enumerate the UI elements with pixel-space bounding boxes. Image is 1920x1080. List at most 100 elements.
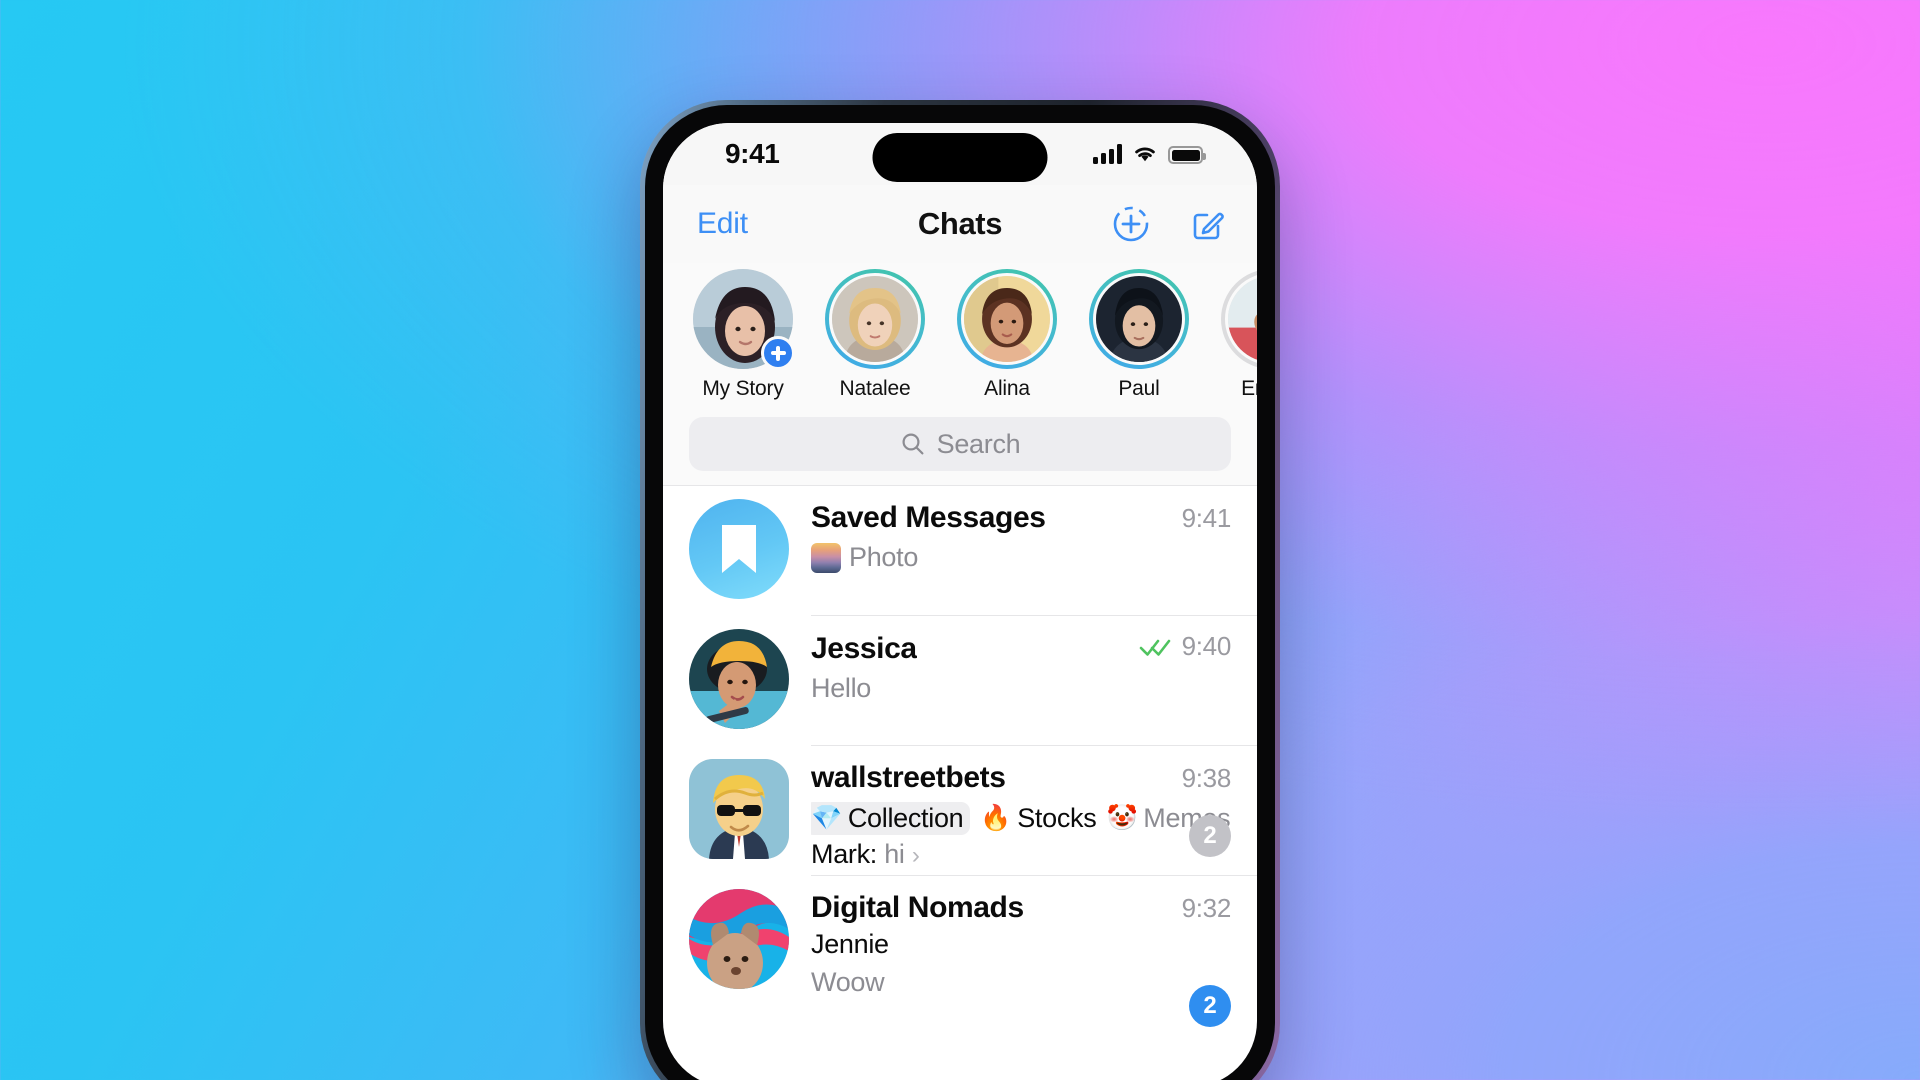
jessica-avatar-art: [689, 629, 789, 729]
emma-avatar-art: MANGA: [1228, 276, 1257, 362]
chat-topics: 💎 Collection 🔥 Stocks 🤡 Memes: [811, 802, 1231, 835]
chat-row-header: Jessica 9:40: [811, 631, 1231, 666]
divider: [811, 745, 1257, 746]
story-item-my-story[interactable]: My Story: [689, 269, 797, 401]
message-text: hi: [884, 839, 905, 869]
chat-title: Jessica: [811, 631, 917, 665]
story-item-paul[interactable]: Paul: [1085, 269, 1193, 401]
phone-screen: 9:41 Edit Chats My Story Natalee Alina P…: [663, 123, 1257, 1080]
story-item-label: Alina: [984, 377, 1030, 400]
chat-row-body: Digital Nomads 9:32 Jennie Woow: [811, 889, 1231, 1005]
chat-meta: 9:38: [1168, 763, 1232, 794]
page-title: Chats: [917, 206, 1003, 241]
fire-icon: 🔥: [980, 804, 1012, 832]
navigation-bar: Edit Chats: [663, 185, 1257, 263]
status-bar-indicators: [1093, 144, 1206, 164]
chat-preview-text: Hello: [811, 672, 872, 703]
alina-avatar-art: [964, 276, 1050, 362]
message-text: Woow: [811, 967, 885, 997]
edit-button[interactable]: Edit: [697, 207, 748, 241]
paul-avatar-art: [1096, 276, 1182, 362]
chat-row-jessica[interactable]: Jessica 9:40 Hello: [663, 615, 1257, 745]
chat-meta: 9:40: [1125, 631, 1231, 662]
photo-thumbnail-icon: [811, 542, 841, 573]
chat-row-digital-nomads[interactable]: Digital Nomads 9:32 Jennie Woow 2: [663, 875, 1257, 1027]
avatar: [1093, 273, 1185, 365]
chat-timestamp: 9:32: [1181, 893, 1232, 923]
chat-row-header: Saved Messages 9:41: [811, 501, 1231, 535]
natalee-avatar-art: [832, 276, 918, 362]
divider: [811, 615, 1257, 616]
chat-title: wallstreetbets: [811, 761, 1006, 794]
chat-row-wallstreetbets[interactable]: wallstreetbets 9:38 💎 Collection 🔥 Stock…: [663, 745, 1257, 875]
wifi-icon: [1135, 147, 1155, 162]
bookmark-icon: [722, 525, 756, 573]
avatar: [689, 629, 789, 729]
chat-preview: Woow: [811, 967, 1231, 998]
story-item-natalee[interactable]: Natalee: [821, 269, 929, 401]
phone-frame: 9:41 Edit Chats My Story Natalee Alina P…: [640, 100, 1280, 1080]
chat-timestamp: 9:40: [1181, 631, 1232, 661]
cellular-signal-icon: [1093, 144, 1122, 164]
digital-nomads-avatar-art: [689, 889, 789, 989]
message-sender: Mark:: [811, 839, 878, 869]
avatar: [689, 499, 789, 599]
chat-last-message: Mark: hi ›: [811, 839, 1231, 870]
topic-collection[interactable]: 💎 Collection: [811, 802, 971, 835]
story-item-label: Paul: [1118, 377, 1160, 400]
diamond-icon: 💎: [811, 804, 842, 832]
add-story-badge-icon[interactable]: [761, 336, 795, 370]
story-ring: [957, 269, 1057, 369]
search-input[interactable]: Search: [689, 417, 1231, 471]
chat-preview: Hello: [811, 673, 1231, 704]
story-item-label: Natalee: [839, 377, 911, 400]
unread-badge: 2: [1189, 815, 1231, 857]
status-bar-time: 9:41: [725, 138, 780, 169]
story-item-label: My Story: [702, 377, 784, 400]
chat-row-body: wallstreetbets 9:38 💎 Collection 🔥 Stock…: [811, 759, 1231, 875]
search-icon: [902, 433, 924, 455]
search-container: Search: [663, 413, 1257, 485]
unread-badge-slot: 2: [1189, 815, 1231, 857]
search-placeholder: Search: [936, 428, 1021, 459]
divider: [811, 875, 1257, 876]
divider: [663, 485, 1257, 486]
chat-row-body: Jessica 9:40 Hello: [811, 629, 1231, 745]
avatar: [961, 273, 1053, 365]
story-ring: MANGA: [1221, 269, 1257, 369]
topic-stocks[interactable]: 🔥 Stocks: [980, 803, 1096, 834]
chat-timestamp: 9:38: [1181, 763, 1232, 793]
compose-icon[interactable]: [1187, 204, 1227, 244]
story-item-emma[interactable]: MANGA Emma: [1217, 269, 1257, 401]
topic-label: Collection: [847, 803, 964, 833]
chevron-right-icon: ›: [911, 842, 920, 869]
clown-icon: 🤡: [1106, 804, 1138, 832]
read-receipt-icon: [1139, 636, 1173, 658]
avatar: [829, 273, 921, 365]
stories-carousel[interactable]: My Story Natalee Alina Paul E: [663, 263, 1257, 413]
story-ring: [825, 269, 925, 369]
chat-title: Saved Messages: [811, 501, 1046, 534]
dynamic-island: [872, 133, 1048, 182]
chat-meta: 9:32: [1168, 893, 1232, 924]
unread-badge-slot: 2: [1189, 985, 1231, 1027]
chat-timestamp: 9:41: [1181, 503, 1232, 533]
topic-label: Stocks: [1017, 803, 1097, 833]
battery-icon: [1168, 146, 1206, 164]
avatar: MANGA: [1225, 273, 1257, 365]
add-story-icon[interactable]: [1111, 204, 1151, 244]
chat-row-header: wallstreetbets 9:38: [811, 761, 1231, 795]
story-ring: [1089, 269, 1189, 369]
status-bar: 9:41: [663, 123, 1257, 185]
chat-row-saved-messages[interactable]: Saved Messages 9:41 Photo: [663, 485, 1257, 615]
iphone-mockup: 9:41 Edit Chats My Story Natalee Alina P…: [640, 100, 1280, 1080]
chat-preview: Photo: [811, 542, 1231, 573]
chat-list[interactable]: Saved Messages 9:41 Photo Jessica 9:40 H…: [663, 485, 1257, 1027]
phone-bezel: 9:41 Edit Chats My Story Natalee Alina P…: [645, 105, 1275, 1080]
story-item-alina[interactable]: Alina: [953, 269, 1061, 401]
avatar: [689, 889, 789, 989]
saved-messages-bookmark-icon: [689, 499, 789, 599]
unread-badge: 2: [1189, 985, 1231, 1027]
story-ring: [693, 269, 795, 370]
chat-preview-text: Photo: [849, 542, 919, 572]
